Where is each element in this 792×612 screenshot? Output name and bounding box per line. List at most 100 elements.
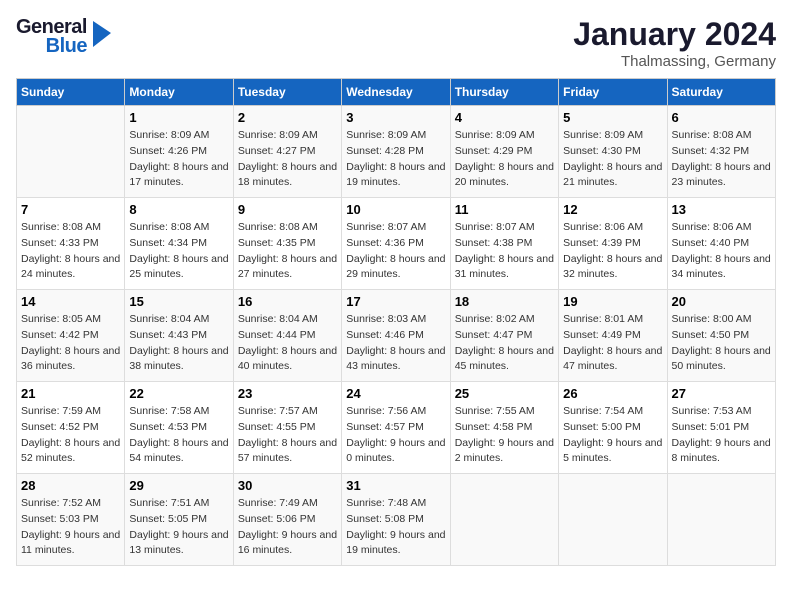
day-info: Sunrise: 7:49 AMSunset: 5:06 PMDaylight:… [238, 496, 337, 559]
day-info: Sunrise: 8:09 AMSunset: 4:28 PMDaylight:… [346, 128, 445, 191]
day-number: 3 [346, 110, 445, 125]
week-row-2: 7 Sunrise: 8:08 AMSunset: 4:33 PMDaylight… [17, 198, 776, 290]
day-info: Sunrise: 8:07 AMSunset: 4:38 PMDaylight:… [455, 220, 554, 283]
day-info: Sunrise: 8:03 AMSunset: 4:46 PMDaylight:… [346, 312, 445, 375]
title-block: January 2024 Thalmassing, Germany [573, 16, 776, 70]
calendar-cell: 5Sunrise: 8:09 AMSunset: 4:30 PMDaylight… [559, 106, 667, 198]
day-number: 15 [129, 294, 228, 309]
header-friday: Friday [559, 79, 667, 106]
day-number: 14 [21, 294, 120, 309]
calendar-cell: 11 Sunrise: 8:07 AMSunset: 4:38 PMDayligh… [450, 198, 558, 290]
header-thursday: Thursday [450, 79, 558, 106]
day-info: Sunrise: 7:55 AMSunset: 4:58 PMDaylight:… [455, 404, 554, 467]
day-info: Sunrise: 8:08 AMSunset: 4:33 PMDaylight:… [21, 220, 120, 283]
header-sunday: Sunday [17, 79, 125, 106]
calendar-cell: 15Sunrise: 8:04 AMSunset: 4:43 PMDayligh… [125, 290, 233, 382]
day-number: 7 [21, 202, 120, 217]
calendar-cell: 21 Sunrise: 7:59 AMSunset: 4:52 PMDayligh… [17, 382, 125, 474]
day-info: Sunrise: 8:04 AMSunset: 4:44 PMDaylight:… [238, 312, 337, 375]
day-info: Sunrise: 8:06 AMSunset: 4:40 PMDaylight:… [672, 220, 771, 283]
calendar-cell [559, 474, 667, 566]
day-info: Sunrise: 8:09 AMSunset: 4:30 PMDaylight:… [563, 128, 662, 191]
calendar-cell: 18Sunrise: 8:02 AMSunset: 4:47 PMDayligh… [450, 290, 558, 382]
day-number: 1 [129, 110, 228, 125]
day-number: 30 [238, 478, 337, 493]
header-tuesday: Tuesday [233, 79, 341, 106]
day-info: Sunrise: 8:01 AMSunset: 4:49 PMDaylight:… [563, 312, 662, 375]
calendar-cell: 25 Sunrise: 7:55 AMSunset: 4:58 PMDayligh… [450, 382, 558, 474]
day-info: Sunrise: 8:06 AMSunset: 4:39 PMDaylight:… [563, 220, 662, 283]
calendar-cell: 10Sunrise: 8:07 AMSunset: 4:36 PMDayligh… [342, 198, 450, 290]
week-row-5: 28Sunrise: 7:52 AMSunset: 5:03 PMDayligh… [17, 474, 776, 566]
calendar-title: January 2024 [573, 16, 776, 53]
day-info: Sunrise: 7:58 AMSunset: 4:53 PMDaylight:… [129, 404, 228, 467]
week-row-3: 14 Sunrise: 8:05 AMSunset: 4:42 PMDayligh… [17, 290, 776, 382]
day-info: Sunrise: 8:02 AMSunset: 4:47 PMDaylight:… [455, 312, 554, 375]
day-number: 24 [346, 386, 445, 401]
day-number: 20 [672, 294, 771, 309]
day-info: Sunrise: 8:08 AMSunset: 4:35 PMDaylight:… [238, 220, 337, 283]
day-number: 29 [129, 478, 228, 493]
calendar-cell: 22 Sunrise: 7:58 AMSunset: 4:53 PMDayligh… [125, 382, 233, 474]
day-info: Sunrise: 8:09 AMSunset: 4:27 PMDaylight:… [238, 128, 337, 191]
day-number: 26 [563, 386, 662, 401]
day-info: Sunrise: 7:51 AMSunset: 5:05 PMDaylight:… [129, 496, 228, 559]
day-info: Sunrise: 8:05 AMSunset: 4:42 PMDaylight:… [21, 312, 120, 375]
calendar-cell: 20 Sunrise: 8:00 AMSunset: 4:50 PMDayligh… [667, 290, 775, 382]
day-info: Sunrise: 8:08 AMSunset: 4:32 PMDaylight:… [672, 128, 771, 191]
day-number: 6 [672, 110, 771, 125]
calendar-cell: 7 Sunrise: 8:08 AMSunset: 4:33 PMDaylight… [17, 198, 125, 290]
week-row-4: 21 Sunrise: 7:59 AMSunset: 4:52 PMDayligh… [17, 382, 776, 474]
calendar-cell: 3 Sunrise: 8:09 AMSunset: 4:28 PMDaylight… [342, 106, 450, 198]
day-info: Sunrise: 7:56 AMSunset: 4:57 PMDaylight:… [346, 404, 445, 467]
calendar-cell: 28Sunrise: 7:52 AMSunset: 5:03 PMDayligh… [17, 474, 125, 566]
day-number: 17 [346, 294, 445, 309]
calendar-cell [17, 106, 125, 198]
day-info: Sunrise: 8:08 AMSunset: 4:34 PMDaylight:… [129, 220, 228, 283]
logo: General Blue [16, 16, 113, 58]
calendar-header: SundayMondayTuesdayWednesdayThursdayFrid… [17, 79, 776, 106]
day-info: Sunrise: 7:53 AMSunset: 5:01 PMDaylight:… [672, 404, 771, 467]
day-number: 25 [455, 386, 554, 401]
calendar-cell: 24 Sunrise: 7:56 AMSunset: 4:57 PMDayligh… [342, 382, 450, 474]
calendar-cell: 29 Sunrise: 7:51 AMSunset: 5:05 PMDayligh… [125, 474, 233, 566]
day-number: 16 [238, 294, 337, 309]
week-row-1: 1 Sunrise: 8:09 AMSunset: 4:26 PMDaylight… [17, 106, 776, 198]
calendar-cell: 23Sunrise: 7:57 AMSunset: 4:55 PMDayligh… [233, 382, 341, 474]
day-number: 31 [346, 478, 445, 493]
day-info: Sunrise: 7:48 AMSunset: 5:08 PMDaylight:… [346, 496, 445, 559]
day-number: 27 [672, 386, 771, 401]
calendar-cell [667, 474, 775, 566]
day-number: 13 [672, 202, 771, 217]
calendar-cell: 13 Sunrise: 8:06 AMSunset: 4:40 PMDayligh… [667, 198, 775, 290]
calendar-cell: 4Sunrise: 8:09 AMSunset: 4:29 PMDaylight… [450, 106, 558, 198]
day-info: Sunrise: 7:54 AMSunset: 5:00 PMDaylight:… [563, 404, 662, 467]
page-header: General Blue January 2024 Thalmassing, G… [16, 16, 776, 70]
calendar-cell: 9 Sunrise: 8:08 AMSunset: 4:35 PMDaylight… [233, 198, 341, 290]
calendar-cell: 26 Sunrise: 7:54 AMSunset: 5:00 PMDayligh… [559, 382, 667, 474]
day-info: Sunrise: 8:07 AMSunset: 4:36 PMDaylight:… [346, 220, 445, 283]
day-number: 22 [129, 386, 228, 401]
calendar-cell: 17 Sunrise: 8:03 AMSunset: 4:46 PMDayligh… [342, 290, 450, 382]
day-info: Sunrise: 8:00 AMSunset: 4:50 PMDaylight:… [672, 312, 771, 375]
calendar-body: 1 Sunrise: 8:09 AMSunset: 4:26 PMDaylight… [17, 106, 776, 566]
day-info: Sunrise: 8:09 AMSunset: 4:26 PMDaylight:… [129, 128, 228, 191]
day-number: 11 [455, 202, 554, 217]
calendar-cell: 27 Sunrise: 7:53 AMSunset: 5:01 PMDayligh… [667, 382, 775, 474]
day-number: 12 [563, 202, 662, 217]
logo-arrow-icon [91, 19, 113, 49]
calendar-cell: 12 Sunrise: 8:06 AMSunset: 4:39 PMDayligh… [559, 198, 667, 290]
calendar-cell: 8 Sunrise: 8:08 AMSunset: 4:34 PMDaylight… [125, 198, 233, 290]
day-info: Sunrise: 7:59 AMSunset: 4:52 PMDaylight:… [21, 404, 120, 467]
calendar-cell: 19Sunrise: 8:01 AMSunset: 4:49 PMDayligh… [559, 290, 667, 382]
header-monday: Monday [125, 79, 233, 106]
day-number: 21 [21, 386, 120, 401]
calendar-cell: 6 Sunrise: 8:08 AMSunset: 4:32 PMDaylight… [667, 106, 775, 198]
day-info: Sunrise: 7:52 AMSunset: 5:03 PMDaylight:… [21, 496, 120, 559]
calendar-cell: 1 Sunrise: 8:09 AMSunset: 4:26 PMDaylight… [125, 106, 233, 198]
calendar-cell: 31 Sunrise: 7:48 AMSunset: 5:08 PMDayligh… [342, 474, 450, 566]
day-number: 9 [238, 202, 337, 217]
day-number: 4 [455, 110, 554, 125]
calendar-cell [450, 474, 558, 566]
day-number: 8 [129, 202, 228, 217]
